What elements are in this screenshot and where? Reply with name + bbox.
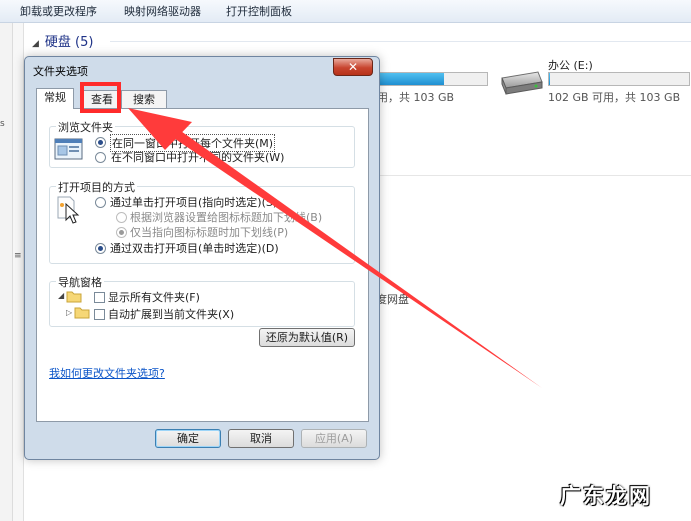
tab-panel-general: 浏览文件夹 在同一窗口中打开每个文件夹(M) 在不同窗口中打开不同的文件夹(W)… xyxy=(36,108,369,422)
close-button[interactable]: ✕ xyxy=(333,58,373,76)
click-items-group: 打开项目的方式 通过单击打开项目(指向时选定)(S) 根据浏览器设置给图标标题加… xyxy=(49,179,355,264)
collapsed-triangle-icon: ▷ xyxy=(66,308,73,317)
hard-drive-icon[interactable] xyxy=(498,68,544,96)
dialog-title: 文件夹选项 xyxy=(33,65,88,78)
view-tab-highlight-box xyxy=(80,82,121,113)
splitter-grip-icon[interactable]: ≡ xyxy=(14,251,22,261)
drive-left-usage-fill xyxy=(379,73,444,85)
option-different-window-label[interactable]: 在不同窗口中打开不同的文件夹(W) xyxy=(111,149,284,165)
folder-icon-2 xyxy=(74,307,90,319)
option-underline-hover-label[interactable]: 仅当指向图标标题时加下划线(P) xyxy=(130,224,288,240)
radio-underline-browser[interactable] xyxy=(116,212,127,223)
hard-disks-section-header[interactable]: ◢ 硬盘 (5) xyxy=(32,31,93,50)
radio-same-window[interactable] xyxy=(95,137,106,148)
collapse-triangle-icon[interactable]: ◢ xyxy=(32,39,39,49)
tab-general[interactable]: 常规 xyxy=(36,88,74,109)
radio-underline-hover[interactable] xyxy=(116,227,127,238)
section-divider xyxy=(110,41,691,42)
cancel-button[interactable]: 取消 xyxy=(228,429,294,448)
browse-window-icon xyxy=(54,138,83,160)
checkbox-expand-current-folder[interactable] xyxy=(94,309,105,320)
drive-e-usage-fill xyxy=(549,73,551,85)
open-control-panel-button[interactable]: 打开控制面板 xyxy=(226,3,292,19)
help-link[interactable]: 我如何更改文件夹选项? xyxy=(49,365,165,381)
option-show-all-folders-label[interactable]: 显示所有文件夹(F) xyxy=(108,289,200,305)
option-underline-browser-label[interactable]: 根据浏览器设置给图标标题加下划线(B) xyxy=(130,209,322,225)
radio-different-window[interactable] xyxy=(95,152,106,163)
option-double-click-label[interactable]: 通过双击打开项目(单击时选定)(D) xyxy=(110,240,279,256)
pointer-hand-icon xyxy=(57,196,80,224)
navigation-pane-strip: s xyxy=(0,23,13,521)
restore-defaults-button[interactable]: 还原为默认值(R) xyxy=(259,328,355,347)
uninstall-program-button[interactable]: 卸载或更改程序 xyxy=(20,3,97,19)
tab-search[interactable]: 搜索 xyxy=(121,90,167,109)
watermark-text: 广东龙网 xyxy=(560,484,652,508)
folder-options-dialog: 文件夹选项 ✕ 常规 查看 搜索 浏览文件夹 在同一窗口中打开每个文件夹(M) … xyxy=(24,56,380,460)
explorer-toolbar: 卸载或更改程序 映射网络驱动器 打开控制面板 xyxy=(0,0,691,23)
radio-double-click[interactable] xyxy=(95,243,106,254)
content-divider xyxy=(378,175,691,176)
navigation-pane-group: 导航窗格 ◢ 显示所有文件夹(F) ▷ 自动扩展到当前文件夹(X) xyxy=(49,274,355,327)
radio-single-click[interactable] xyxy=(95,197,106,208)
net-disk-label[interactable]: 度网盘 xyxy=(376,291,409,307)
section-title: 硬盘 (5) xyxy=(44,35,94,50)
folder-icon xyxy=(66,291,82,303)
checkbox-show-all-folders[interactable] xyxy=(94,292,105,303)
browse-folders-title: 浏览文件夹 xyxy=(56,119,115,135)
drive-e-usage-bar xyxy=(548,72,690,86)
nav-edge-glyph: s xyxy=(0,119,5,129)
map-network-drive-button[interactable]: 映射网络驱动器 xyxy=(124,3,201,19)
ok-button[interactable]: 确定 xyxy=(155,429,221,448)
navigation-scrollbar[interactable]: ≡ xyxy=(13,23,24,521)
close-icon: ✕ xyxy=(347,60,359,74)
expanded-triangle-icon: ◢ xyxy=(58,291,65,300)
option-single-click-label[interactable]: 通过单击打开项目(指向时选定)(S) xyxy=(110,194,277,210)
option-expand-current-folder-label[interactable]: 自动扩展到当前文件夹(X) xyxy=(108,306,234,322)
browse-folders-group: 浏览文件夹 在同一窗口中打开每个文件夹(M) 在不同窗口中打开不同的文件夹(W) xyxy=(49,119,355,168)
drive-left-usage-bar xyxy=(378,72,488,86)
navigation-pane-title: 导航窗格 xyxy=(56,274,104,290)
drive-e-free-text: 102 GB 可用，共 103 GB xyxy=(548,91,681,104)
click-items-title: 打开项目的方式 xyxy=(56,179,137,195)
drive-e-name[interactable]: 办公 (E:) xyxy=(548,57,593,73)
apply-button[interactable]: 应用(A) xyxy=(301,429,367,448)
